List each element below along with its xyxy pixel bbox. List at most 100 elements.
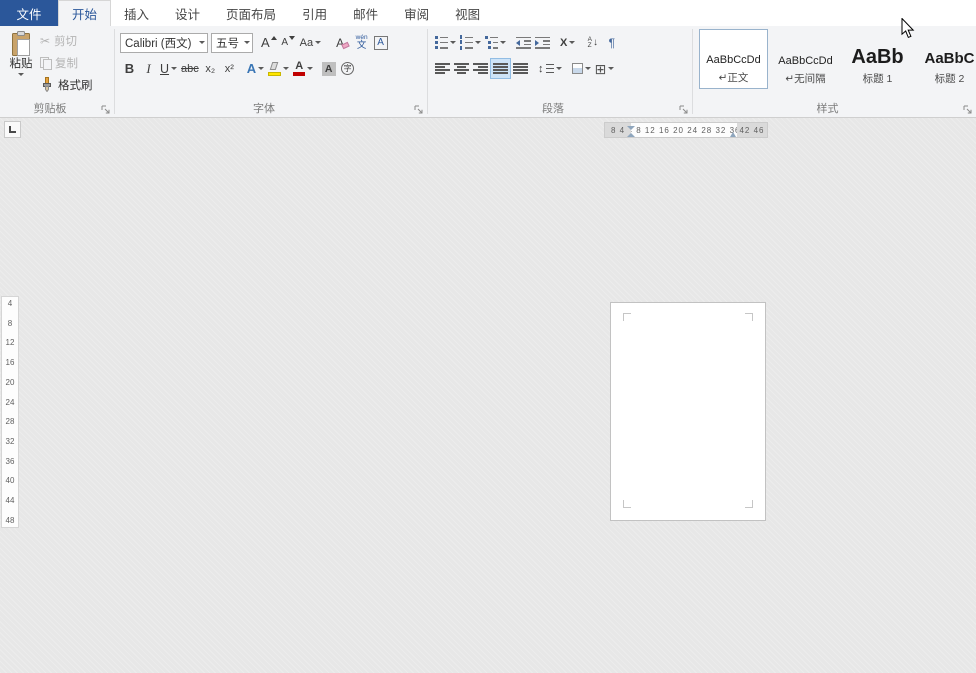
tab-design[interactable]: 设计 (162, 0, 213, 26)
style-preview: AaBbCcDd (706, 53, 760, 67)
grow-font-button[interactable]: A (259, 32, 279, 53)
tab-view[interactable]: 视图 (442, 0, 493, 26)
v-ruler-number: 16 (6, 358, 15, 367)
phonetic-char: 文 (357, 41, 367, 51)
distribute-button[interactable] (511, 58, 530, 79)
increase-indent-button[interactable] (533, 32, 552, 53)
asian-layout-icon: X (560, 37, 567, 49)
vertical-ruler[interactable]: 4 8 12 16 20 24 28 32 36 40 44 48 (1, 296, 19, 528)
numbering-button[interactable] (458, 32, 483, 53)
chevron-down-icon (315, 41, 321, 44)
v-ruler-number: 4 (8, 299, 12, 308)
ribbon-tab-bar: 文件 开始 插入 设计 页面布局 引用 邮件 审阅 视图 (0, 0, 976, 26)
styles-group: AaBbCcDd ↵正文 AaBbCcDd ↵无间隔 AaBb 标题 1 AaB… (693, 26, 976, 117)
align-center-button[interactable] (452, 58, 471, 79)
style-name: 标题 2 (935, 71, 965, 86)
line-spacing-button[interactable]: ↕ (536, 58, 564, 79)
strikethrough-button[interactable]: abc (179, 58, 201, 79)
multilevel-list-icon (485, 37, 498, 49)
font-dialog-launcher-icon[interactable] (414, 105, 424, 115)
multilevel-list-button[interactable] (483, 32, 508, 53)
bullets-button[interactable] (433, 32, 458, 53)
style-item-normal[interactable]: AaBbCcDd ↵正文 (699, 29, 768, 89)
character-border-icon: A (374, 36, 388, 50)
justify-button[interactable] (490, 58, 511, 79)
change-case-button[interactable]: Aa (298, 32, 323, 53)
paragraph-group: X A Z ↓ ¶ (428, 26, 692, 117)
updown-arrow: ↕ (538, 63, 544, 75)
tab-references[interactable]: 引用 (289, 0, 340, 26)
borders-button[interactable]: ⊞ (593, 58, 617, 79)
tab-home[interactable]: 开始 (58, 0, 111, 26)
text-effects-button[interactable]: A (245, 58, 266, 79)
tab-insert[interactable]: 插入 (111, 0, 162, 26)
distribute-icon (513, 62, 528, 75)
subscript-button[interactable]: x₂ (201, 58, 220, 79)
v-ruler-number: 32 (6, 437, 15, 446)
crop-mark (623, 500, 631, 508)
v-ruler-number: 48 (6, 516, 15, 525)
cut-button[interactable]: ✂ 剪切 (40, 33, 93, 48)
align-right-button[interactable] (471, 58, 490, 79)
line-spacing-icon: ↕ (538, 63, 554, 75)
style-item-heading2[interactable]: AaBbC 标题 2 (915, 29, 976, 89)
align-right-icon (473, 62, 488, 75)
change-case-icon: Aa (300, 37, 313, 49)
clear-formatting-button[interactable]: A (333, 32, 352, 53)
styles-group-label: 样式 (693, 100, 962, 116)
styles-dialog-launcher-icon[interactable] (963, 105, 973, 115)
document-page[interactable] (610, 302, 766, 521)
clipboard-dialog-launcher-icon[interactable] (101, 105, 111, 115)
subscript-icon: x₂ (205, 63, 215, 75)
underline-button[interactable]: U (158, 58, 179, 79)
decrease-indent-button[interactable] (514, 32, 533, 53)
text-highlight-button[interactable] (266, 58, 291, 79)
show-hide-marks-button[interactable]: ¶ (602, 32, 621, 53)
chevron-down-icon (585, 67, 591, 70)
bold-button[interactable]: B (120, 58, 139, 79)
horizontal-ruler[interactable]: 8 4 4 8 12 16 20 24 28 32 36 42 46 (604, 122, 768, 138)
underline-icon: U (160, 62, 169, 76)
tab-mailings[interactable]: 邮件 (340, 0, 391, 26)
enclose-characters-button[interactable]: 字 (338, 58, 357, 79)
align-left-button[interactable] (433, 58, 452, 79)
paste-button[interactable]: 粘贴 (2, 26, 40, 102)
italic-button[interactable]: I (139, 58, 158, 79)
chevron-down-icon (556, 67, 562, 70)
crop-mark (745, 313, 753, 321)
text-effects-icon: A (247, 61, 256, 76)
cut-label: 剪切 (54, 33, 77, 49)
tab-stop-selector[interactable] (4, 121, 21, 138)
chevron-down-icon (18, 73, 24, 76)
sort-button[interactable]: A Z ↓ (583, 32, 602, 53)
style-name: 标题 1 (863, 71, 893, 86)
paste-icon (9, 30, 33, 57)
document-area[interactable]: 8 4 4 8 12 16 20 24 28 32 36 42 46 4 8 1… (0, 118, 976, 673)
shading-button[interactable] (570, 58, 593, 79)
pen-shape (270, 62, 279, 70)
copy-button[interactable]: 复制 (40, 55, 93, 70)
character-border-button[interactable]: A (371, 32, 390, 53)
tab-file[interactable]: 文件 (0, 0, 58, 26)
paragraph-dialog-launcher-icon[interactable] (679, 105, 689, 115)
style-name: ↵无间隔 (785, 71, 825, 86)
font-size-select[interactable]: 五号 (211, 33, 253, 53)
format-painter-button[interactable]: 格式刷 (40, 77, 93, 92)
indent-marker[interactable] (627, 123, 635, 139)
asian-layout-button[interactable]: X (558, 32, 577, 53)
font-color-button[interactable]: A (291, 58, 315, 79)
font-name-select[interactable]: Calibri (西文) (120, 33, 208, 53)
right-indent-marker[interactable] (730, 132, 736, 137)
superscript-button[interactable]: x² (220, 58, 239, 79)
chevron-down-icon (500, 41, 506, 44)
style-item-no-spacing[interactable]: AaBbCcDd ↵无间隔 (771, 29, 840, 89)
character-shading-button[interactable]: A (319, 58, 338, 79)
shrink-font-icon: A (281, 37, 288, 48)
tab-page-layout[interactable]: 页面布局 (213, 0, 289, 26)
tab-review[interactable]: 审阅 (391, 0, 442, 26)
shrink-font-button[interactable]: A (279, 32, 298, 53)
phonetic-guide-button[interactable]: wén 文 (352, 32, 371, 53)
font-group-label: 字体 (115, 100, 413, 116)
style-item-heading1[interactable]: AaBb 标题 1 (843, 29, 912, 89)
sort-letter-z: Z (588, 43, 592, 49)
